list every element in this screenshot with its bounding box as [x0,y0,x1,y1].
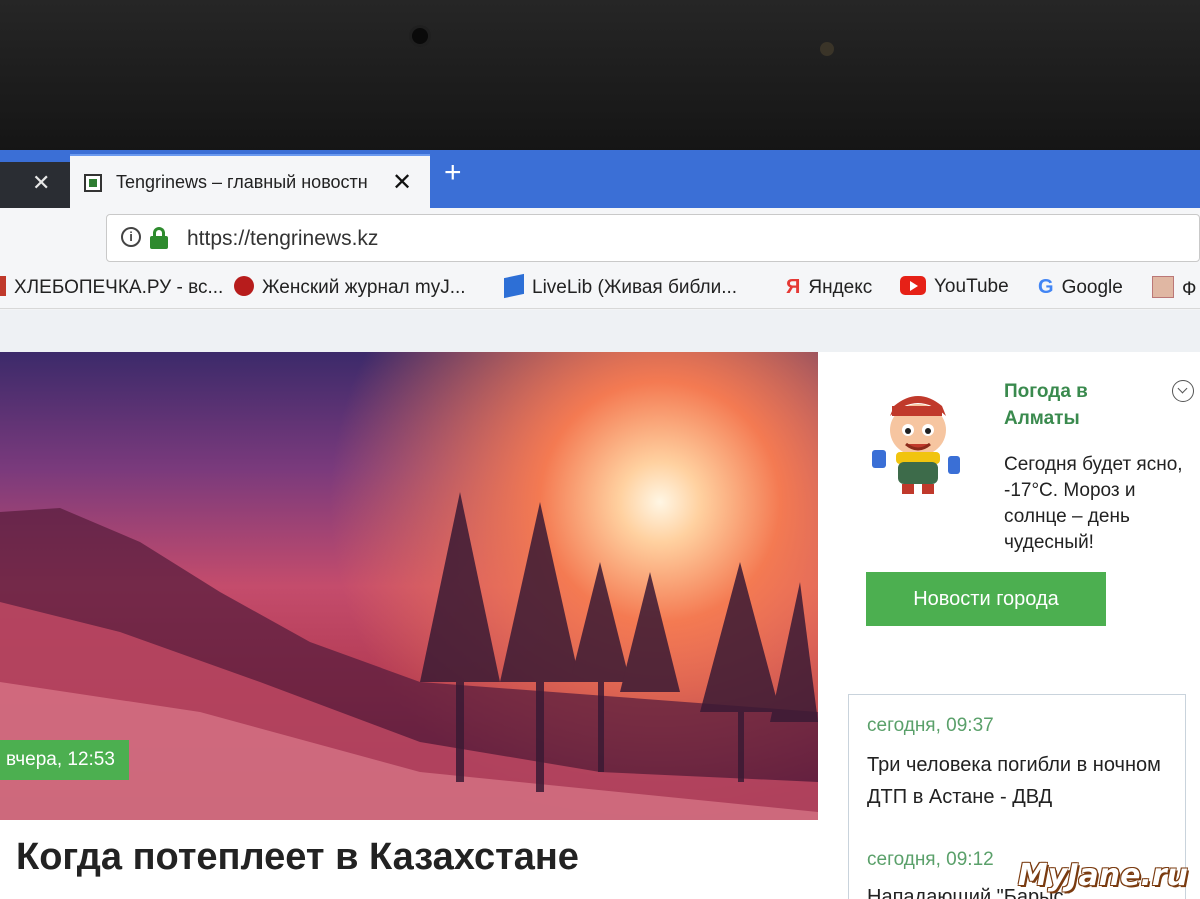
bookmark-last[interactable]: Ф [1152,276,1196,302]
sidebar: Погода в Алматы Сегодня будет ясно, -17°… [818,352,1200,899]
news-title[interactable]: Три человека погибли в ночном ДТП в Аста… [867,749,1177,813]
youtube-icon [900,276,926,295]
laptop-bezel [0,0,1200,160]
bookmark-label: YouTube [934,276,1009,297]
bookmark-label: ХЛЕБОПЕЧКА.РУ - вс... [14,277,224,298]
bookmark-label: Женский журнал myJ... [262,277,466,298]
screen: ✕ Tengrinews – главный новостн ✕ + i htt… [0,150,1200,899]
bread-icon [0,276,6,296]
article-headline[interactable]: Когда потеплеет в Казахстане [16,836,579,879]
article-time-badge: вчера, 12:53 [0,740,129,780]
bookmark-label: Ф [1182,279,1197,300]
lock-icon[interactable] [149,227,169,249]
bookmark-icon [1152,276,1174,298]
news-time: сегодня, 09:12 [867,849,994,870]
google-icon: G [1038,276,1054,298]
page-header-strip [0,310,1200,354]
webcam [412,28,428,44]
bookmark-label: LiveLib (Живая библи... [532,277,738,298]
bookmark-yandex[interactable]: Я Яндекс [786,276,872,302]
news-time: сегодня, 09:37 [867,715,994,736]
tab-title: Tengrinews – главный новостн [116,172,368,192]
new-tab-button[interactable]: + [444,158,462,188]
bookmarks-bar: ХЛЕБОПЕЧКА.РУ - вс... Женский журнал myJ… [0,268,1200,309]
tab-previous[interactable]: ✕ [0,162,70,208]
info-icon[interactable]: i [121,227,141,247]
bookmark-myjane[interactable]: Женский журнал myJ... [234,276,466,302]
tab-close-icon[interactable]: ✕ [392,168,412,197]
city-news-button[interactable]: Новости города [866,572,1106,626]
web-page: вчера, 12:53 Когда потеплеет в Казахстан… [0,310,1200,899]
bookmark-label: Google [1061,277,1123,298]
close-icon[interactable]: ✕ [32,172,50,194]
book-icon [504,273,524,299]
watermark-logo: MyJane.ru [1017,858,1188,893]
light-sensor [820,42,834,56]
bookmark-youtube[interactable]: YouTube [900,276,1009,302]
site-favicon-icon [84,174,102,192]
tab-active[interactable]: Tengrinews – главный новостн ✕ [70,154,430,208]
bookmark-label: Яндекс [808,277,873,298]
yandex-icon: Я [786,276,801,298]
bookmark-livelib[interactable]: LiveLib (Живая библи... [504,273,738,302]
weather-text: Сегодня будет ясно, -17°C. Мороз и солнц… [1004,454,1183,553]
weather-title[interactable]: Погода в Алматы [1004,378,1134,432]
bookmark-hlebopechka[interactable]: ХЛЕБОПЕЧКА.РУ - вс... [0,276,223,302]
navigation-bar: i https://tengrinews.kz [0,208,1200,269]
address-bar[interactable]: i https://tengrinews.kz [106,214,1200,262]
weather-mascot-icon [872,396,960,494]
url-text[interactable]: https://tengrinews.kz [187,227,378,251]
cherry-icon [234,276,254,296]
chevron-down-icon[interactable] [1172,380,1194,402]
tab-strip: ✕ Tengrinews – главный новостн ✕ + [0,150,1200,208]
article-image[interactable]: вчера, 12:53 [0,352,818,820]
bookmark-google[interactable]: G Google [1038,276,1123,302]
